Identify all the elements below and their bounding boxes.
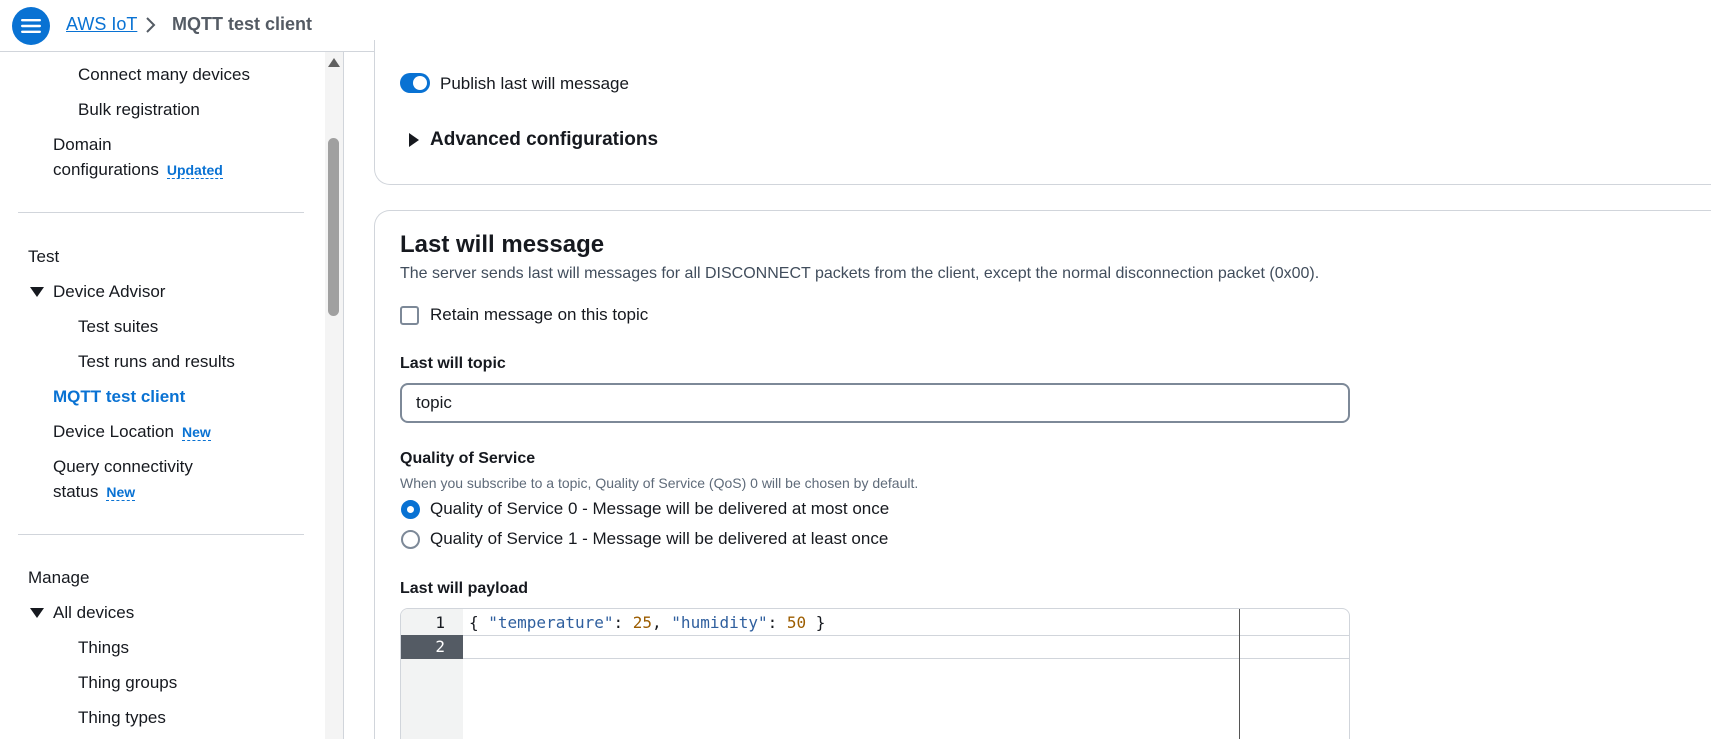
last-will-topic-input[interactable] <box>400 383 1350 423</box>
sidebar-item-connect-many-devices[interactable]: Connect many devices <box>78 65 250 85</box>
code-token: { <box>469 613 489 632</box>
qos-label: Quality of Service <box>400 450 536 467</box>
last-will-topic-label: Last will topic <box>400 355 506 372</box>
sidebar-item-bulk-registration[interactable]: Bulk registration <box>78 100 200 120</box>
sidebar-item-device-location[interactable]: Device Location New <box>53 422 211 442</box>
code-token: , <box>652 613 672 632</box>
sidebar-divider <box>18 534 304 535</box>
sidebar-item-thing-groups[interactable]: Thing groups <box>78 673 177 693</box>
connection-options-card <box>374 40 1711 185</box>
new-badge: New <box>181 424 211 441</box>
code-token: } <box>806 613 826 632</box>
last-will-description: The server sends last will messages for … <box>400 265 1320 282</box>
qos0-radio[interactable] <box>401 500 420 519</box>
menu-button[interactable] <box>12 7 50 45</box>
section-heading-test: Test <box>28 247 60 266</box>
code-token: 25 <box>632 613 653 632</box>
sidebar: Connect many devices Bulk registration D… <box>0 52 325 739</box>
code-line-current[interactable] <box>463 635 1349 659</box>
sidebar-item-query-connectivity[interactable]: Query connectivity <box>53 457 193 477</box>
payload-code-editor[interactable]: 1 2 { "temperature": 25, "humidity": 50 … <box>400 608 1350 739</box>
code-token: : <box>767 613 787 632</box>
retain-message-label: Retain message on this topic <box>430 305 649 324</box>
code-token: "humidity" <box>671 613 768 632</box>
retain-message-checkbox[interactable] <box>400 306 419 325</box>
sidebar-item-all-devices[interactable]: All devices <box>53 603 134 623</box>
breadcrumb-current: MQTT test client <box>172 14 313 34</box>
publish-last-will-label: Publish last will message <box>440 74 629 93</box>
sidebar-item-mqtt-test-client[interactable]: MQTT test client <box>53 387 185 407</box>
qos0-label: Quality of Service 0 - Message will be d… <box>430 499 890 518</box>
sidebar-item-thing-types[interactable]: Thing types <box>78 708 166 728</box>
hamburger-icon <box>21 19 41 33</box>
sidebar-border <box>343 52 344 739</box>
caret-right-icon[interactable] <box>409 133 419 147</box>
sidebar-item-label: Device Location <box>53 422 174 441</box>
sidebar-item-domain-configurations[interactable]: Domain <box>53 135 112 155</box>
sidebar-item-test-suites[interactable]: Test suites <box>78 317 158 337</box>
scroll-up-arrow-icon[interactable] <box>328 58 340 67</box>
code-token: 50 <box>786 613 807 632</box>
code-token: "temperature" <box>488 613 614 632</box>
editor-print-margin <box>1239 609 1240 739</box>
sidebar-item-label: configurations <box>53 160 159 179</box>
advanced-configurations-toggle[interactable]: Advanced configurations <box>430 129 658 151</box>
line-number-current: 2 <box>401 635 463 659</box>
caret-down-icon[interactable] <box>30 608 44 618</box>
updated-badge: Updated <box>166 162 223 179</box>
publish-last-will-toggle[interactable] <box>400 73 430 93</box>
caret-down-icon[interactable] <box>30 287 44 297</box>
last-will-title: Last will message <box>400 231 605 258</box>
code-token: : <box>613 613 633 632</box>
qos1-radio[interactable] <box>401 530 420 549</box>
sidebar-divider <box>18 212 304 213</box>
sidebar-item-device-advisor[interactable]: Device Advisor <box>53 282 165 302</box>
sidebar-item-query-connectivity-line2[interactable]: status New <box>53 482 136 502</box>
chevron-right-icon <box>146 17 156 33</box>
sidebar-item-test-runs[interactable]: Test runs and results <box>78 352 235 372</box>
line-number: 1 <box>435 613 445 632</box>
last-will-payload-label: Last will payload <box>400 580 529 597</box>
qos-hint: When you subscribe to a topic, Quality o… <box>400 475 919 491</box>
section-heading-manage: Manage <box>28 568 90 587</box>
sidebar-item-label: status <box>53 482 99 501</box>
scrollbar-thumb[interactable] <box>328 138 339 316</box>
sidebar-item-domain-configurations-line2[interactable]: configurations Updated <box>53 160 223 180</box>
breadcrumb-aws-iot[interactable]: AWS IoT <box>66 14 137 35</box>
sidebar-item-things[interactable]: Things <box>78 638 129 658</box>
code-line[interactable]: { "temperature": 25, "humidity": 50 } <box>463 611 1349 635</box>
new-badge: New <box>106 484 136 501</box>
qos1-label: Quality of Service 1 - Message will be d… <box>430 529 889 548</box>
